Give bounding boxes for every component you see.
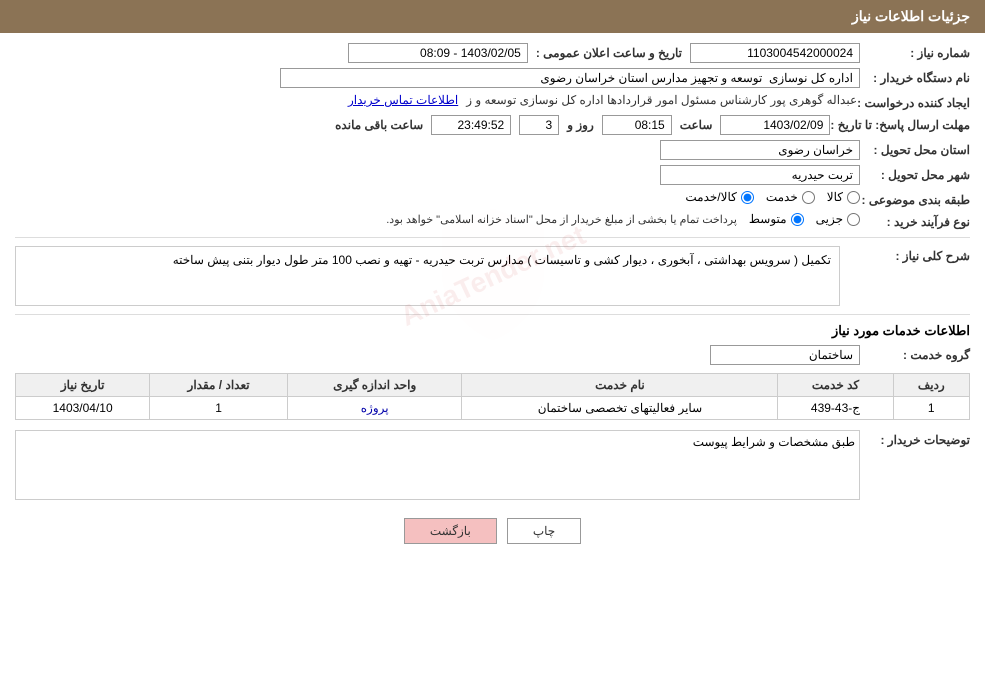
service-group-label: گروه خدمت :: [860, 345, 970, 362]
response-date-input[interactable]: [720, 115, 830, 135]
buyer-notes-textarea[interactable]: طبق مشخصات و شرایط پیوست: [15, 430, 860, 500]
announce-datetime-input[interactable]: [348, 43, 528, 63]
purchase-type-note: پرداخت تمام یا بخشی از مبلغ خریدار از مح…: [386, 213, 737, 226]
content-area: شماره نیاز : تاریخ و ساعت اعلان عمومی : …: [0, 33, 985, 569]
header-bar: جزئیات اطلاعات نیاز: [0, 0, 985, 33]
row-province: استان محل تحویل :: [15, 140, 970, 160]
response-time-input[interactable]: [602, 115, 672, 135]
row-response-deadline: مهلت ارسال پاسخ: تا تاریخ : ساعت روز و س…: [15, 115, 970, 135]
cell-row-num: 1: [893, 397, 969, 420]
row-creator: ایجاد کننده درخواست : عبداله گوهری پور ک…: [15, 93, 970, 110]
cell-service-name: سایر فعالیتهای تخصصی ساختمان: [462, 397, 778, 420]
announce-datetime-label: تاریخ و ساعت اعلان عمومی :: [536, 46, 682, 60]
province-label: استان محل تحویل :: [860, 140, 970, 157]
purchase-type-label: نوع فرآیند خرید :: [860, 212, 970, 229]
row-city: شهر محل تحویل :: [15, 165, 970, 185]
services-section-title: اطلاعات خدمات مورد نیاز: [15, 323, 970, 339]
province-input[interactable]: [660, 140, 860, 160]
watermark-area: AniaTender.net شرح کلی نیاز : تکمیل ( سر…: [15, 246, 970, 306]
response-remaining-input[interactable]: [431, 115, 511, 135]
category-kala-khadamat-label: کالا/خدمت: [685, 190, 736, 204]
purchase-type-jazee-label: جزیی: [816, 212, 843, 226]
response-days-input[interactable]: [519, 115, 559, 135]
cell-quantity: 1: [150, 397, 288, 420]
buyer-notes-label: توضیحات خریدار :: [860, 430, 970, 447]
buyer-name-label: نام دستگاه خریدار :: [860, 68, 970, 85]
radio-khadamat[interactable]: [802, 191, 815, 204]
row-buyer-notes: توضیحات خریدار : طبق مشخصات و شرایط پیوس…: [15, 430, 970, 503]
col-unit: واحد اندازه گیری: [287, 374, 462, 397]
cell-unit: پروژه: [287, 397, 462, 420]
category-khadamat-label: خدمت: [766, 190, 798, 204]
services-table-body: 1 ج-43-439 سایر فعالیتهای تخصصی ساختمان …: [16, 397, 970, 420]
response-deadline-label: مهلت ارسال پاسخ: تا تاریخ :: [830, 115, 970, 132]
row-category: طبقه بندی موضوعی : کالا خدمت کالا/خدمت: [15, 190, 970, 207]
buyer-name-input[interactable]: [280, 68, 860, 88]
service-group-input[interactable]: [710, 345, 860, 365]
cell-date: 1403/04/10: [16, 397, 150, 420]
creator-label: ایجاد کننده درخواست :: [857, 93, 970, 110]
table-row: 1 ج-43-439 سایر فعالیتهای تخصصی ساختمان …: [16, 397, 970, 420]
creator-value: عبداله گوهری پور کارشناس مسئول امور قرار…: [466, 93, 857, 107]
need-number-label: شماره نیاز :: [860, 43, 970, 60]
description-label: شرح کلی نیاز :: [840, 246, 970, 263]
radio-motavaset[interactable]: [791, 213, 804, 226]
radio-kala-khadamat[interactable]: [741, 191, 754, 204]
category-label: طبقه بندی موضوعی :: [860, 190, 970, 207]
city-input[interactable]: [660, 165, 860, 185]
col-service-code: کد خدمت: [778, 374, 893, 397]
row-purchase-type: نوع فرآیند خرید : جزیی متوسط پرداخت تمام…: [15, 212, 970, 229]
row-buyer-name: نام دستگاه خریدار :: [15, 68, 970, 88]
services-table-header-row: ردیف کد خدمت نام خدمت واحد اندازه گیری ت…: [16, 374, 970, 397]
city-label: شهر محل تحویل :: [860, 165, 970, 182]
need-number-input[interactable]: [690, 43, 860, 63]
separator-2: [15, 314, 970, 315]
response-remaining-label: ساعت باقی مانده: [335, 118, 423, 132]
cell-service-code: ج-43-439: [778, 397, 893, 420]
purchase-type-motavaset-label: متوسط: [749, 212, 787, 226]
category-kala-label: کالا: [827, 190, 843, 204]
btn-print[interactable]: چاپ: [507, 518, 581, 544]
btn-row: چاپ بازگشت: [15, 518, 970, 544]
radio-jazee[interactable]: [847, 213, 860, 226]
services-table-header: ردیف کد خدمت نام خدمت واحد اندازه گیری ت…: [16, 374, 970, 397]
row-need-number: شماره نیاز : تاریخ و ساعت اعلان عمومی :: [15, 43, 970, 63]
radio-kala[interactable]: [847, 191, 860, 204]
page-title: جزئیات اطلاعات نیاز: [852, 8, 970, 25]
creator-link[interactable]: اطلاعات تماس خریدار: [348, 93, 458, 107]
col-service-name: نام خدمت: [462, 374, 778, 397]
col-quantity: تعداد / مقدار: [150, 374, 288, 397]
separator-1: [15, 237, 970, 238]
col-row-num: ردیف: [893, 374, 969, 397]
page-container: جزئیات اطلاعات نیاز شماره نیاز : تاریخ و…: [0, 0, 985, 691]
response-time-label: ساعت: [680, 118, 713, 132]
btn-back[interactable]: بازگشت: [404, 518, 497, 544]
services-table: ردیف کد خدمت نام خدمت واحد اندازه گیری ت…: [15, 373, 970, 420]
row-service-group: گروه خدمت :: [15, 345, 970, 365]
col-date: تاریخ نیاز: [16, 374, 150, 397]
response-day-label: روز و: [567, 118, 594, 132]
